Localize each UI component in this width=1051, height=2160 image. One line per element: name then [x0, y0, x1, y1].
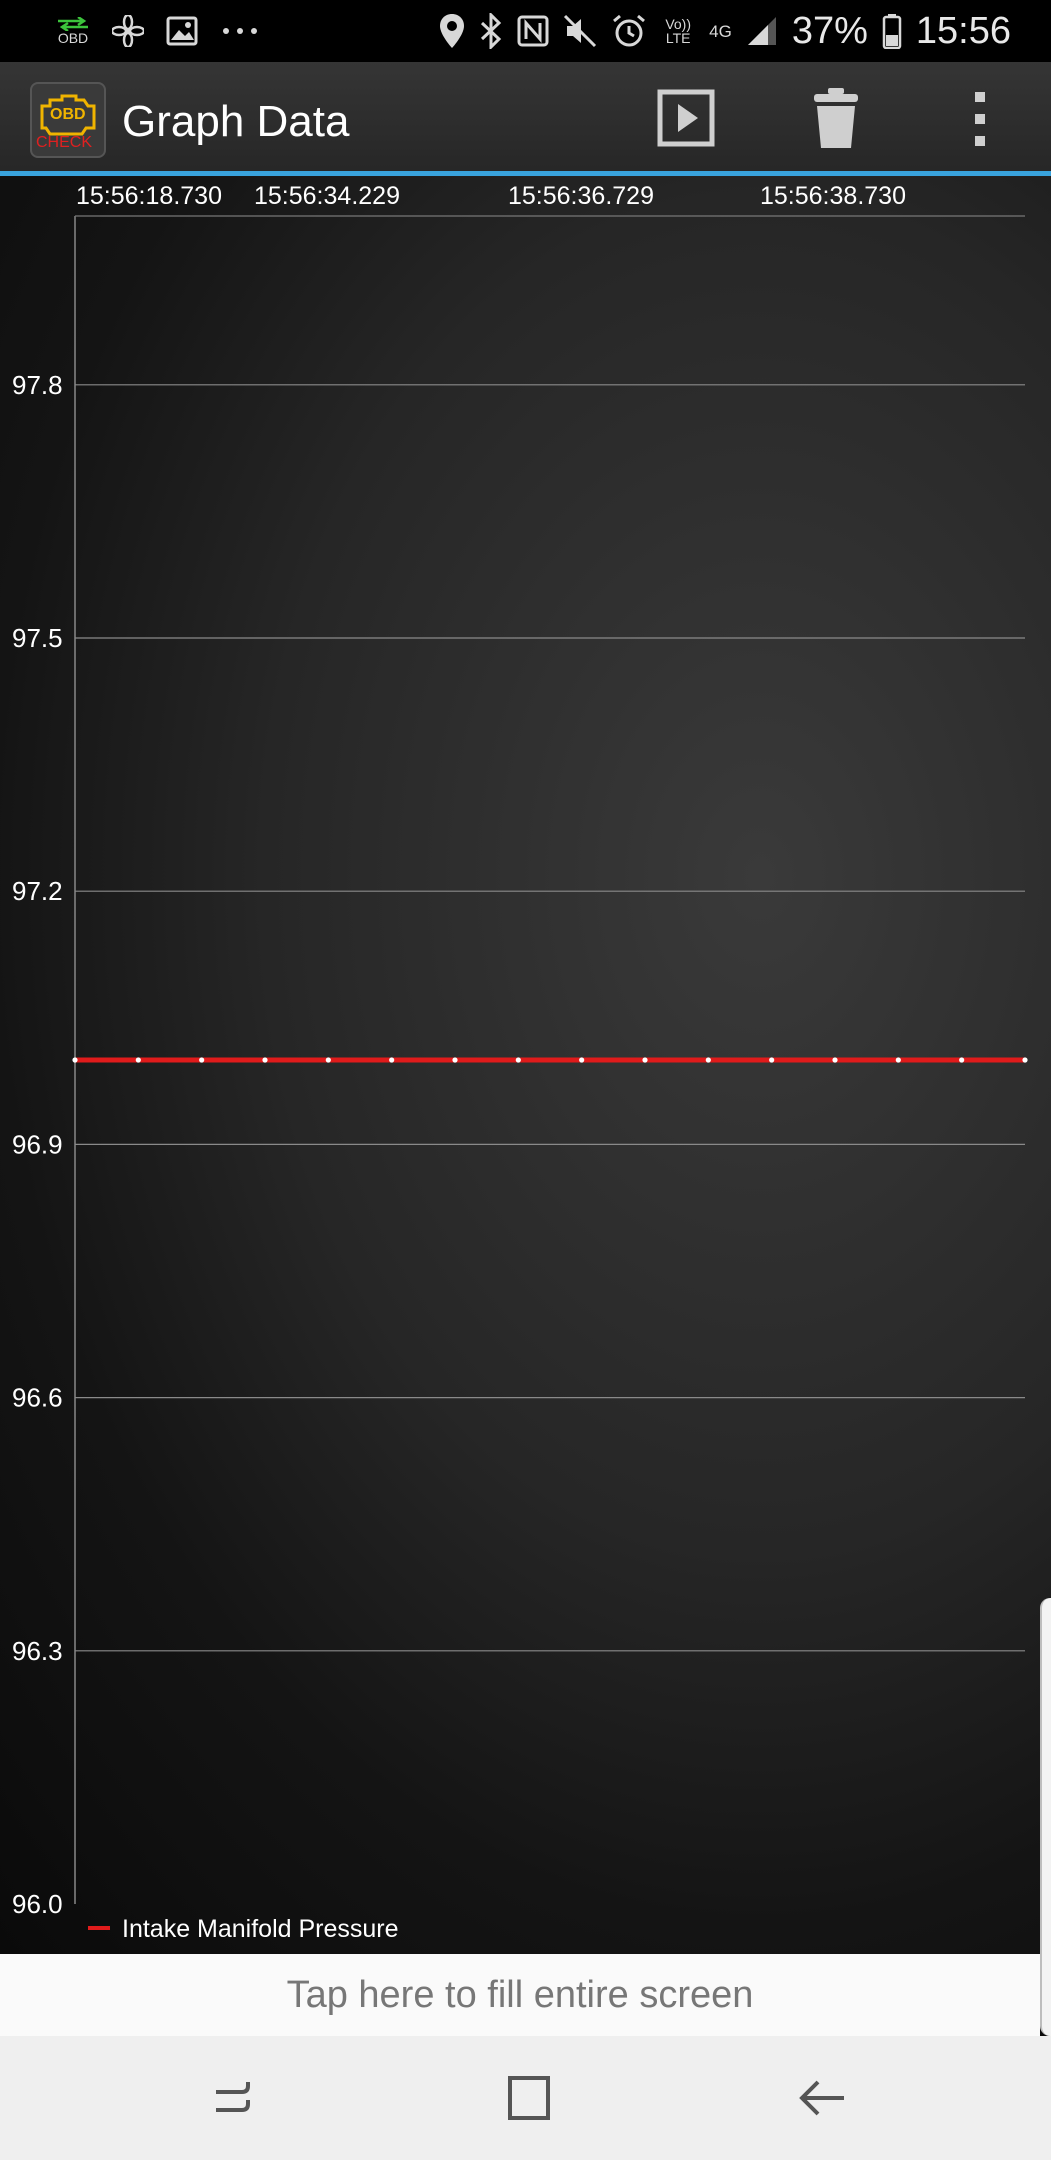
y-tick-label: 96.6	[12, 1383, 63, 1413]
data-point	[769, 1057, 775, 1063]
overflow-menu-icon[interactable]	[944, 84, 1016, 156]
recent-apps-icon[interactable]	[202, 2066, 272, 2130]
nfc-icon	[517, 15, 549, 47]
x-tick-label: 15:56:38.730	[760, 182, 906, 210]
app-icon-obd-label: OBD	[50, 106, 86, 123]
legend-label: Intake Manifold Pressure	[122, 1915, 399, 1943]
more-notifications-icon	[223, 28, 257, 34]
data-point	[832, 1057, 838, 1063]
edge-panel-handle[interactable]	[1040, 1598, 1051, 2036]
y-tick-label: 96.0	[12, 1889, 63, 1919]
home-icon[interactable]	[494, 2066, 564, 2130]
x-tick-label: 15:56:34.229	[254, 182, 400, 210]
network-type-label: 4G	[709, 21, 732, 41]
obd-check-app-icon[interactable]: OBD CHECK	[30, 82, 106, 158]
trash-icon[interactable]	[800, 84, 872, 156]
y-tick-label: 97.5	[12, 623, 63, 653]
obd-notification-label: OBD	[57, 30, 89, 46]
y-tick-label: 97.2	[12, 876, 63, 906]
status-bar: OBD Vo)) LTE 4G 37% 15:56	[0, 0, 1051, 62]
volte-label: Vo)) LTE	[665, 16, 691, 46]
signal-icon	[747, 17, 776, 45]
back-icon[interactable]	[788, 2066, 858, 2130]
navigation-bar	[0, 2036, 1051, 2160]
fan-icon	[112, 15, 144, 47]
data-point	[135, 1057, 141, 1063]
x-tick-label: 15:56:18.730	[76, 182, 222, 210]
y-tick-label: 96.3	[12, 1636, 63, 1666]
data-point	[389, 1057, 395, 1063]
y-tick-label: 96.9	[12, 1129, 63, 1159]
intake-manifold-pressure-chart[interactable]: 97.8 97.5 97.2 96.9 96.6 96.3 96.0 15:56:18.730…	[0, 176, 1051, 1954]
data-point	[959, 1057, 965, 1063]
fill-screen-button[interactable]: Tap here to fill entire screen	[0, 1954, 1040, 2036]
action-bar: OBD CHECK Graph Data	[0, 62, 1051, 176]
page-title: Graph Data	[122, 97, 350, 146]
battery-icon	[882, 14, 902, 49]
data-point	[1022, 1057, 1028, 1063]
data-point	[452, 1057, 458, 1063]
battery-percentage: 37%	[791, 9, 868, 52]
data-point	[642, 1057, 648, 1063]
data-point	[705, 1057, 711, 1063]
image-icon	[166, 16, 198, 46]
bluetooth-icon	[481, 13, 502, 49]
data-point	[72, 1057, 78, 1063]
data-point	[325, 1057, 331, 1063]
data-point	[579, 1057, 585, 1063]
data-point	[262, 1057, 268, 1063]
alarm-icon	[613, 14, 646, 47]
data-point	[895, 1057, 901, 1063]
mute-icon	[564, 14, 597, 48]
status-time: 15:56	[915, 9, 1011, 52]
location-icon	[440, 14, 465, 48]
data-point	[515, 1057, 521, 1063]
app-icon-check-label: CHECK	[36, 134, 93, 151]
x-tick-label: 15:56:36.729	[508, 182, 654, 210]
data-point	[199, 1057, 205, 1063]
obd-notification-icon: OBD	[56, 17, 90, 45]
play-icon[interactable]	[650, 84, 722, 156]
y-tick-label: 97.8	[12, 370, 63, 400]
